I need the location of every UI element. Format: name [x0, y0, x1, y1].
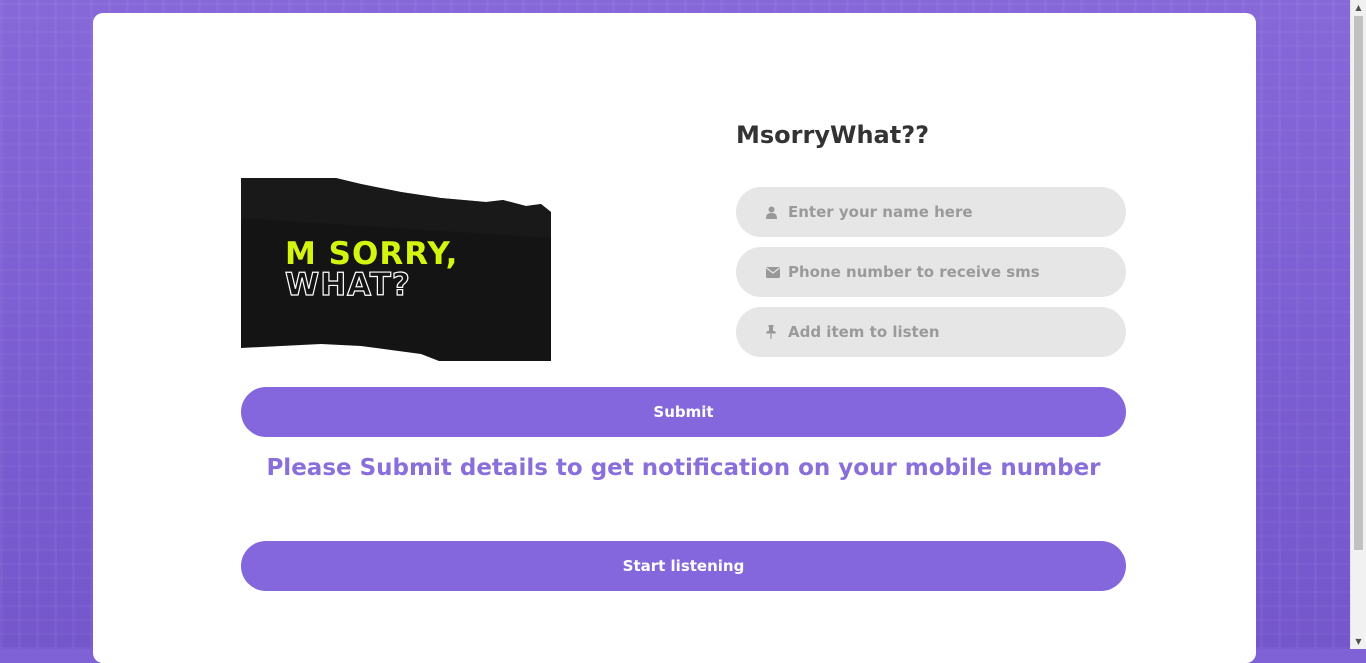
- phone-input[interactable]: [786, 262, 1110, 282]
- item-field[interactable]: [736, 307, 1126, 357]
- start-listening-button[interactable]: Start listening: [241, 541, 1126, 591]
- pin-icon: [766, 307, 776, 357]
- name-input[interactable]: [786, 202, 1110, 222]
- logo-graphic: M SORRY, WHAT?: [241, 178, 551, 361]
- scroll-down-arrow-icon[interactable]: ▼: [1351, 634, 1366, 649]
- logo-image: M SORRY, WHAT?: [241, 178, 551, 361]
- phone-field[interactable]: [736, 247, 1126, 297]
- main-card: M SORRY, WHAT? MsorryWhat?? Enter your n…: [93, 13, 1256, 663]
- submit-button[interactable]: Submit: [241, 387, 1126, 437]
- app-title: MsorryWhat??: [736, 121, 930, 149]
- item-input[interactable]: [786, 322, 1110, 342]
- envelope-icon: [766, 247, 780, 297]
- scroll-thumb[interactable]: [1354, 16, 1363, 550]
- scroll-up-arrow-icon[interactable]: ▲: [1351, 0, 1366, 15]
- logo-line-2: WHAT?: [285, 267, 411, 303]
- vertical-scrollbar[interactable]: ▲ ▼: [1350, 0, 1366, 649]
- notification-message: Please Submit details to get notificatio…: [266, 455, 1101, 481]
- name-field[interactable]: [736, 187, 1126, 237]
- user-icon: [766, 187, 777, 237]
